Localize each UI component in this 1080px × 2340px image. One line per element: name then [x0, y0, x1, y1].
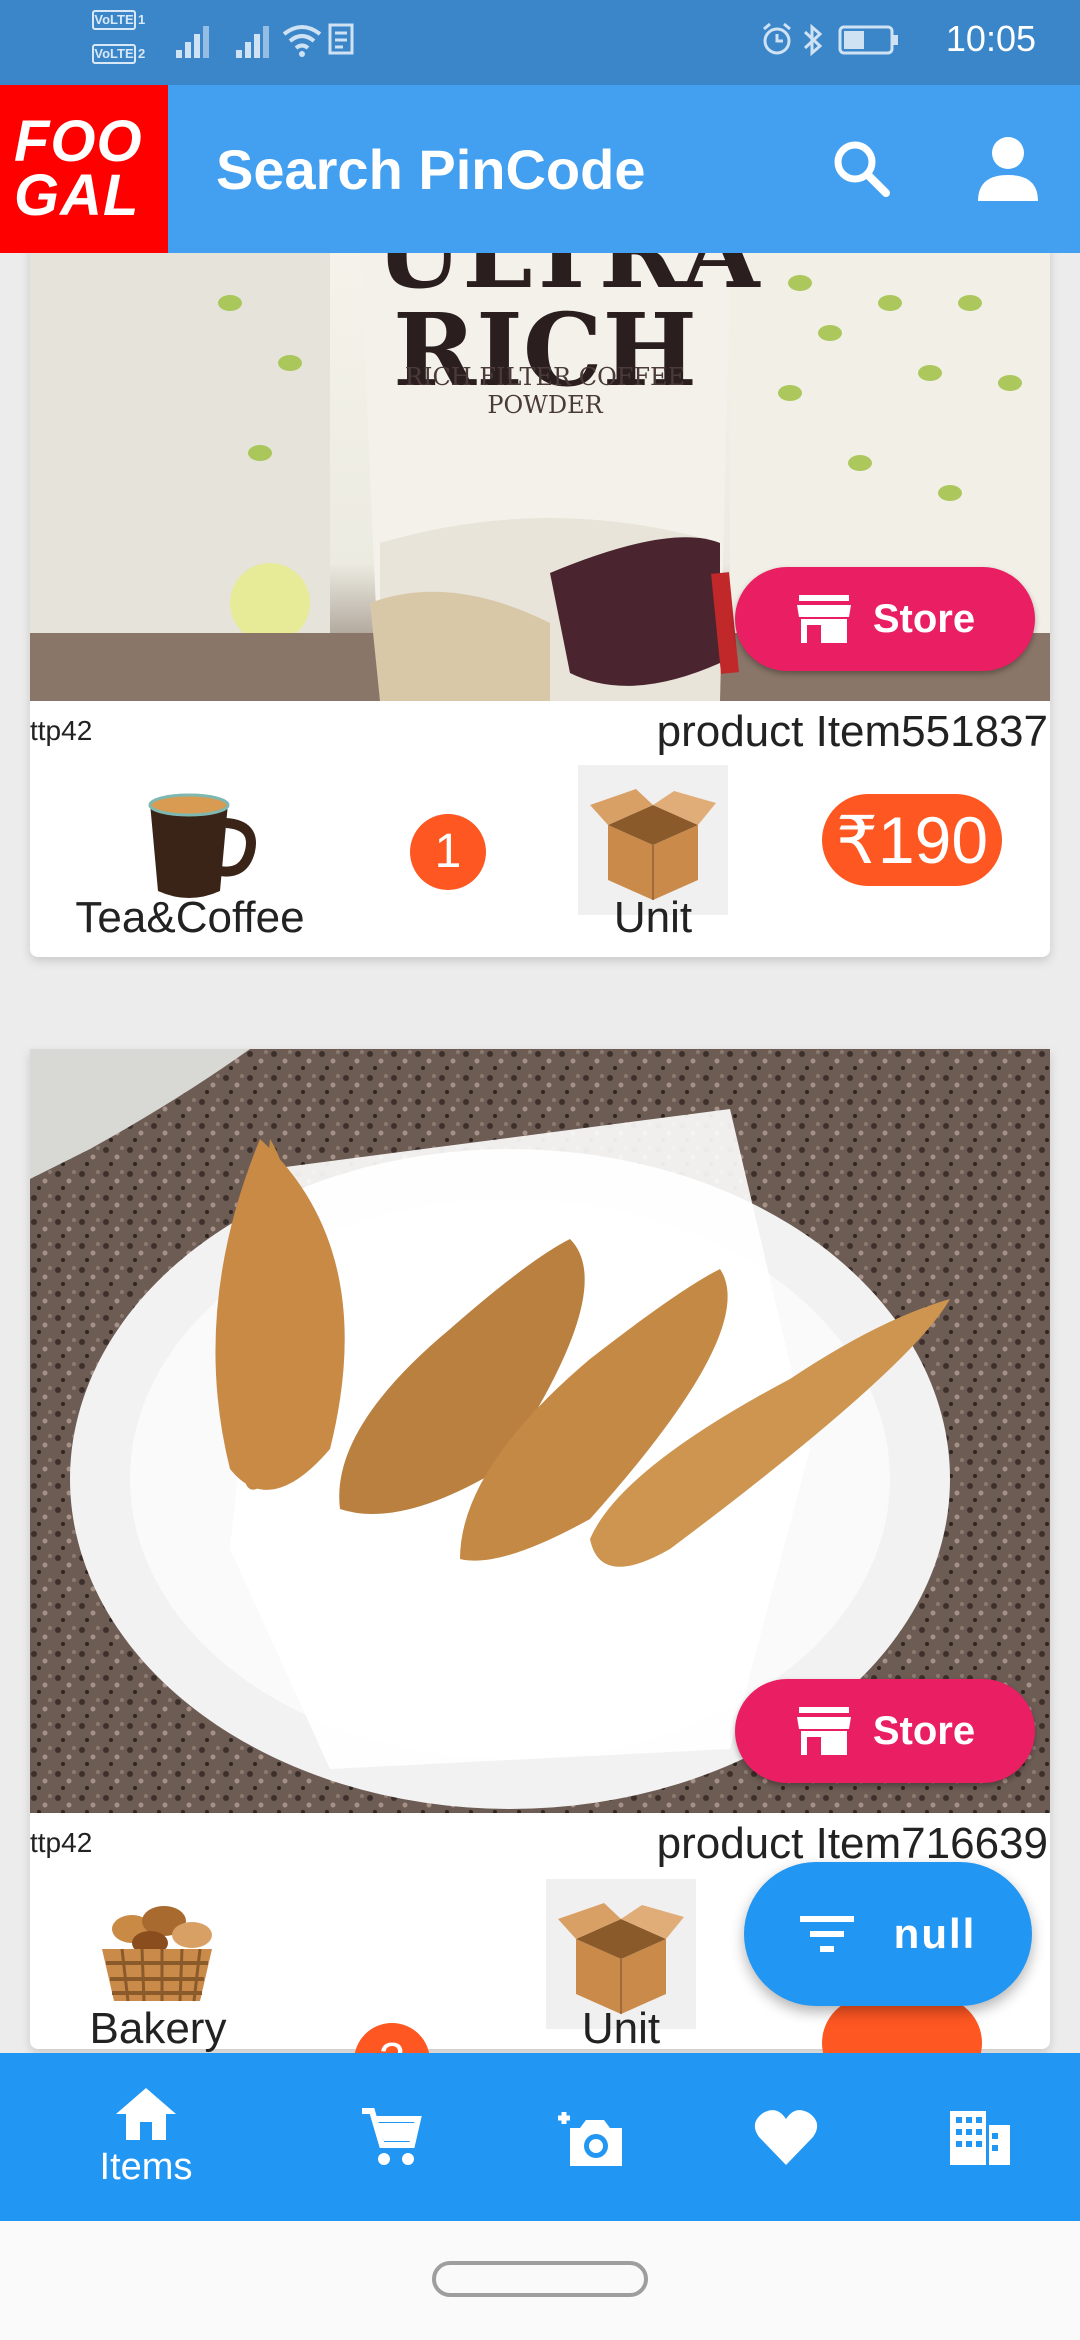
bottom-navigation: Items [0, 2053, 1080, 2221]
store-button[interactable]: Store [735, 1679, 1035, 1783]
store-button[interactable]: Store [735, 567, 1035, 671]
nav-cart[interactable] [290, 2053, 490, 2221]
volte-2-number: 2 [138, 46, 146, 61]
signal-1-icon [176, 22, 216, 58]
volte-2-indicator: VoLTE [92, 44, 136, 64]
store-icon [796, 1707, 851, 1755]
search-pincode-title[interactable]: Search PinCode [216, 137, 645, 202]
volte-1-number: 1 [138, 12, 146, 27]
unit-label: Unit [581, 2004, 661, 2053]
heart-icon [754, 2110, 818, 2165]
alarm-icon [763, 22, 791, 55]
filter-icon [799, 1916, 854, 1952]
search-button[interactable] [824, 131, 900, 207]
app-bar: FOO GAL Search PinCode [0, 85, 1080, 253]
bluetooth-icon [803, 23, 823, 57]
category-label: Tea&Coffee [75, 893, 305, 942]
seller-name: ttp42 [30, 1827, 93, 1858]
quantity-badge: 1 [410, 814, 486, 890]
nav-add-photo[interactable] [490, 2053, 690, 2221]
filter-fab-label: null [893, 1910, 977, 1957]
battery-icon [838, 25, 898, 55]
filter-fab[interactable]: null [744, 1862, 1032, 2006]
pack-subtitle: RICH FILTER COFFEE POWDER [404, 363, 686, 419]
product-name: product Item551837 [656, 707, 1048, 756]
cart-icon [362, 2108, 422, 2165]
nav-items-label: Items [99, 2145, 193, 2188]
home-icon [116, 2087, 176, 2140]
wifi-icon [282, 25, 322, 57]
seller-name: ttp42 [30, 715, 93, 746]
status-bar: VoLTE 1 VoLTE 2 10:05 [0, 0, 1080, 85]
account-button[interactable] [970, 131, 1046, 207]
signal-2-icon [236, 22, 276, 58]
nav-items[interactable]: Items [46, 2053, 246, 2221]
category-label: Bakery [89, 2004, 227, 2053]
nav-business[interactable] [880, 2053, 1080, 2221]
volte-1-indicator: VoLTE [92, 10, 136, 30]
product-photo[interactable]: Store [30, 1049, 1050, 1813]
search-icon [834, 141, 890, 197]
foogal-logo[interactable]: FOO GAL [0, 85, 168, 253]
news-icon [328, 23, 354, 55]
system-navigation-bar [0, 2221, 1080, 2340]
nav-favorites[interactable] [686, 2053, 886, 2221]
store-icon [796, 595, 851, 643]
home-gesture-pill[interactable] [432, 2261, 648, 2297]
building-icon [950, 2111, 1010, 2165]
product-feed[interactable]: ULTRA RICH RICH FILTER COFFEE POWDER Sto… [0, 253, 1080, 2053]
clock: 10:05 [945, 18, 1036, 59]
add-photo-icon [558, 2112, 622, 2166]
quantity-badge: 2 [354, 2023, 430, 2053]
product-card[interactable]: ULTRA RICH RICH FILTER COFFEE POWDER Sto… [30, 253, 1050, 957]
unit-label: Unit [613, 893, 693, 942]
account-icon [978, 137, 1038, 201]
price-badge: ₹190 [822, 794, 1002, 886]
product-photo[interactable]: ULTRA RICH RICH FILTER COFFEE POWDER Sto… [30, 253, 1050, 701]
